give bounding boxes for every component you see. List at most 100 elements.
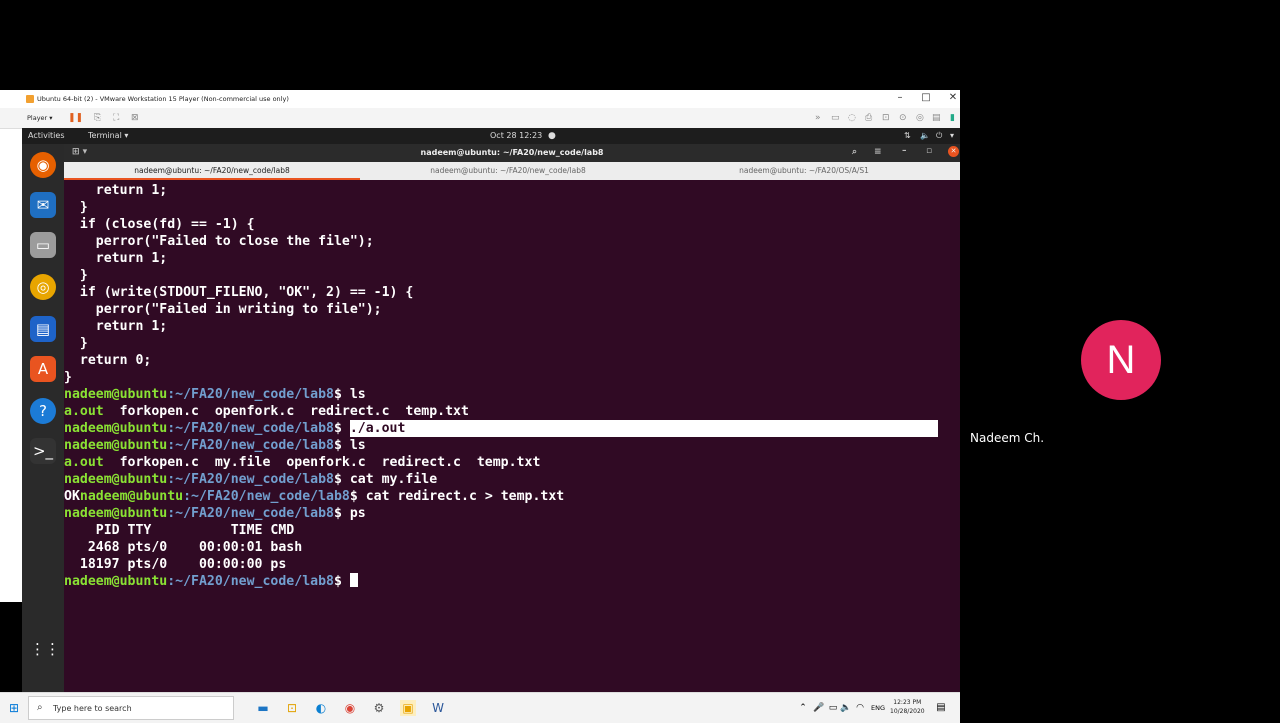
help-icon[interactable]: ? [30,398,56,424]
clock-time: 12:23 PM [893,699,922,706]
prompt-line: nadeem@ubuntu:~/FA20/new_code/lab8$ [64,573,358,590]
chevron-down-icon[interactable]: ▾ [950,131,954,140]
output-line: PID TTY TIME CMD [64,523,295,538]
windows-start-icon[interactable]: ⊞ [6,700,22,716]
tab-lab8-2[interactable]: nadeem@ubuntu: ~/FA20/new_code/lab8 [360,162,656,180]
prompt-line: OKnadeem@ubuntu:~/FA20/new_code/lab8$ ca… [64,489,565,504]
files-icon[interactable]: ▭ [30,232,56,258]
terminal-window: ⊞ ▾ nadeem@ubuntu: ~/FA20/new_code/lab8 … [64,144,960,692]
minimize-icon[interactable]: – [890,92,910,103]
volume-icon[interactable]: 🔈 [920,131,930,140]
device-icon[interactable]: ◎ [916,113,924,123]
file-explorer-icon[interactable]: ▬ [255,700,271,716]
output-line: perror("Failed to close the file"); [64,234,374,249]
terminal-icon[interactable]: >_ [30,438,56,464]
search-placeholder: Type here to search [53,704,132,713]
datetime[interactable]: Oct 28 12:23 [490,131,542,140]
device-icon[interactable]: ▭ [831,113,840,123]
player-menu[interactable]: Player ▾ [27,114,53,122]
output-line: } [64,200,88,215]
terminal-cursor [349,573,358,587]
pause-icon[interactable]: ❚❚ [68,113,83,123]
close-icon[interactable]: ✕ [943,92,963,103]
output-line: 18197 pts/0 00:00:00 ps [64,557,287,572]
vmware-window-title: Ubuntu 64-bit (2) - VMware Workstation 1… [37,95,289,103]
device-icon[interactable]: ▮ [950,113,955,123]
minimize-icon[interactable]: – [902,146,907,156]
writer-icon[interactable]: ▤ [30,316,56,342]
windows-taskbar: ⊞ ⌕ Type here to search ▬ ⊡ ◐ ◉ ⚙ ▣ W ⌃ … [0,692,960,723]
search-icon: ⌕ [37,702,43,713]
activities-button[interactable]: Activities [28,131,65,140]
output-line: return 0; [64,353,152,368]
tab-os-a-s1[interactable]: nadeem@ubuntu: ~/FA20/OS/A/S1 [656,162,952,180]
word-icon[interactable]: W [430,700,446,716]
output-line: return 1; [64,319,168,334]
prompt-line: nadeem@ubuntu:~/FA20/new_code/lab8$ ls [64,387,366,402]
terminal-headerbar: ⊞ ▾ nadeem@ubuntu: ~/FA20/new_code/lab8 … [64,144,960,162]
output-line: return 1; [64,251,168,266]
maximize-icon[interactable]: □ [916,92,936,103]
settings-icon[interactable]: ⚙ [371,700,387,716]
vmware-toolbar: Player ▾ ❚❚ ⎘ ⛶ ⊠ » ▭ ◌ ⎙ ⊡ ⊙ ◎ ▤ ▮ [0,108,960,129]
output-line: perror("Failed in writing to file"); [64,302,382,317]
output-line: 2468 pts/0 00:00:01 bash [64,540,303,555]
avatar: N [1081,320,1161,400]
device-icon[interactable]: ▤ [932,113,941,123]
prompt-line: nadeem@ubuntu:~/FA20/new_code/lab8$ ./a.… [64,420,954,437]
wifi-icon[interactable]: ◠ [852,700,868,716]
device-icon[interactable]: » [815,113,821,123]
chevron-up-icon[interactable]: ⌃ [795,700,811,716]
participant-name: Nadeem Ch. [970,431,1045,445]
output-line: if (write(STDOUT_FILENO, "OK", 2) == -1)… [64,285,414,300]
chrome-icon[interactable]: ◉ [342,700,358,716]
terminal-window-title: nadeem@ubuntu: ~/FA20/new_code/lab8 [420,148,604,157]
vmware-window: Ubuntu 64-bit (2) - VMware Workstation 1… [0,90,963,723]
store-icon[interactable]: ⊡ [284,700,300,716]
device-icon[interactable]: ◌ [848,113,856,123]
device-icon[interactable]: ⎙ [865,113,872,123]
participant-tile[interactable]: N Nadeem Ch. [962,270,1280,450]
device-icon[interactable]: ⊡ [882,113,890,123]
unity-icon[interactable]: ⊠ [131,113,139,123]
notifications-icon[interactable]: ▤ [933,700,949,716]
tab-label: nadeem@ubuntu: ~/FA20/OS/A/S1 [739,166,869,175]
notification-dot-icon: ● [548,131,556,141]
selected-text: ./a.out [349,420,938,437]
close-icon[interactable]: ✕ [948,146,959,157]
firefox-icon[interactable]: ◉ [30,152,56,178]
rhythmbox-icon[interactable]: ◎ [30,274,56,300]
tab-label: nadeem@ubuntu: ~/FA20/new_code/lab8 [430,166,586,175]
edge-icon[interactable]: ◐ [313,700,329,716]
vmware-taskbar-icon[interactable]: ▣ [400,700,416,716]
terminal-app-menu[interactable]: Terminal ▾ [88,131,128,140]
device-icon[interactable]: ⊙ [899,113,907,123]
output-line: a.out forkopen.c my.file openfork.c redi… [64,455,541,470]
output-line: } [64,268,88,283]
output-line: if (close(fd) == -1) { [64,217,255,232]
prompt-line: nadeem@ubuntu:~/FA20/new_code/lab8$ ls [64,438,366,453]
output-line: } [64,370,72,385]
app-grid-icon[interactable]: ⋮⋮⋮ [30,636,75,662]
output-line: a.out forkopen.c openfork.c redirect.c t… [64,404,469,419]
fullscreen-icon[interactable]: ⛶ [113,113,119,123]
taskbar-clock[interactable]: 12:23 PM 10/28/2020 [890,698,925,716]
taskbar-search[interactable]: ⌕ Type here to search [28,696,234,720]
send-keys-icon[interactable]: ⎘ [94,113,101,123]
language-indicator[interactable]: ENG [871,704,885,712]
terminal-tabs: nadeem@ubuntu: ~/FA20/new_code/lab8 nade… [64,162,960,180]
ubuntu-top-bar: Activities Terminal ▾ Oct 28 12:23 ● ⇅ 🔈… [22,128,960,144]
prompt-line: nadeem@ubuntu:~/FA20/new_code/lab8$ ps [64,506,366,521]
software-icon[interactable]: A [30,356,56,382]
thunderbird-icon[interactable]: ✉ [30,192,56,218]
ubuntu-dock: ◉ ✉ ▭ ◎ ▤ A ? >_ ⋮⋮⋮ [22,144,75,692]
menu-icon[interactable]: ≡ [874,147,882,157]
output-line: } [64,336,88,351]
tab-label: nadeem@ubuntu: ~/FA20/new_code/lab8 [134,166,290,175]
power-icon[interactable]: ⏻ [936,131,942,141]
tab-lab8-1[interactable]: nadeem@ubuntu: ~/FA20/new_code/lab8 [64,162,360,180]
search-icon[interactable]: ⌕ [852,147,857,157]
prompt-line: nadeem@ubuntu:~/FA20/new_code/lab8$ cat … [64,472,438,487]
maximize-icon[interactable]: ▫ [926,146,932,156]
network-icon[interactable]: ⇅ [904,131,911,140]
